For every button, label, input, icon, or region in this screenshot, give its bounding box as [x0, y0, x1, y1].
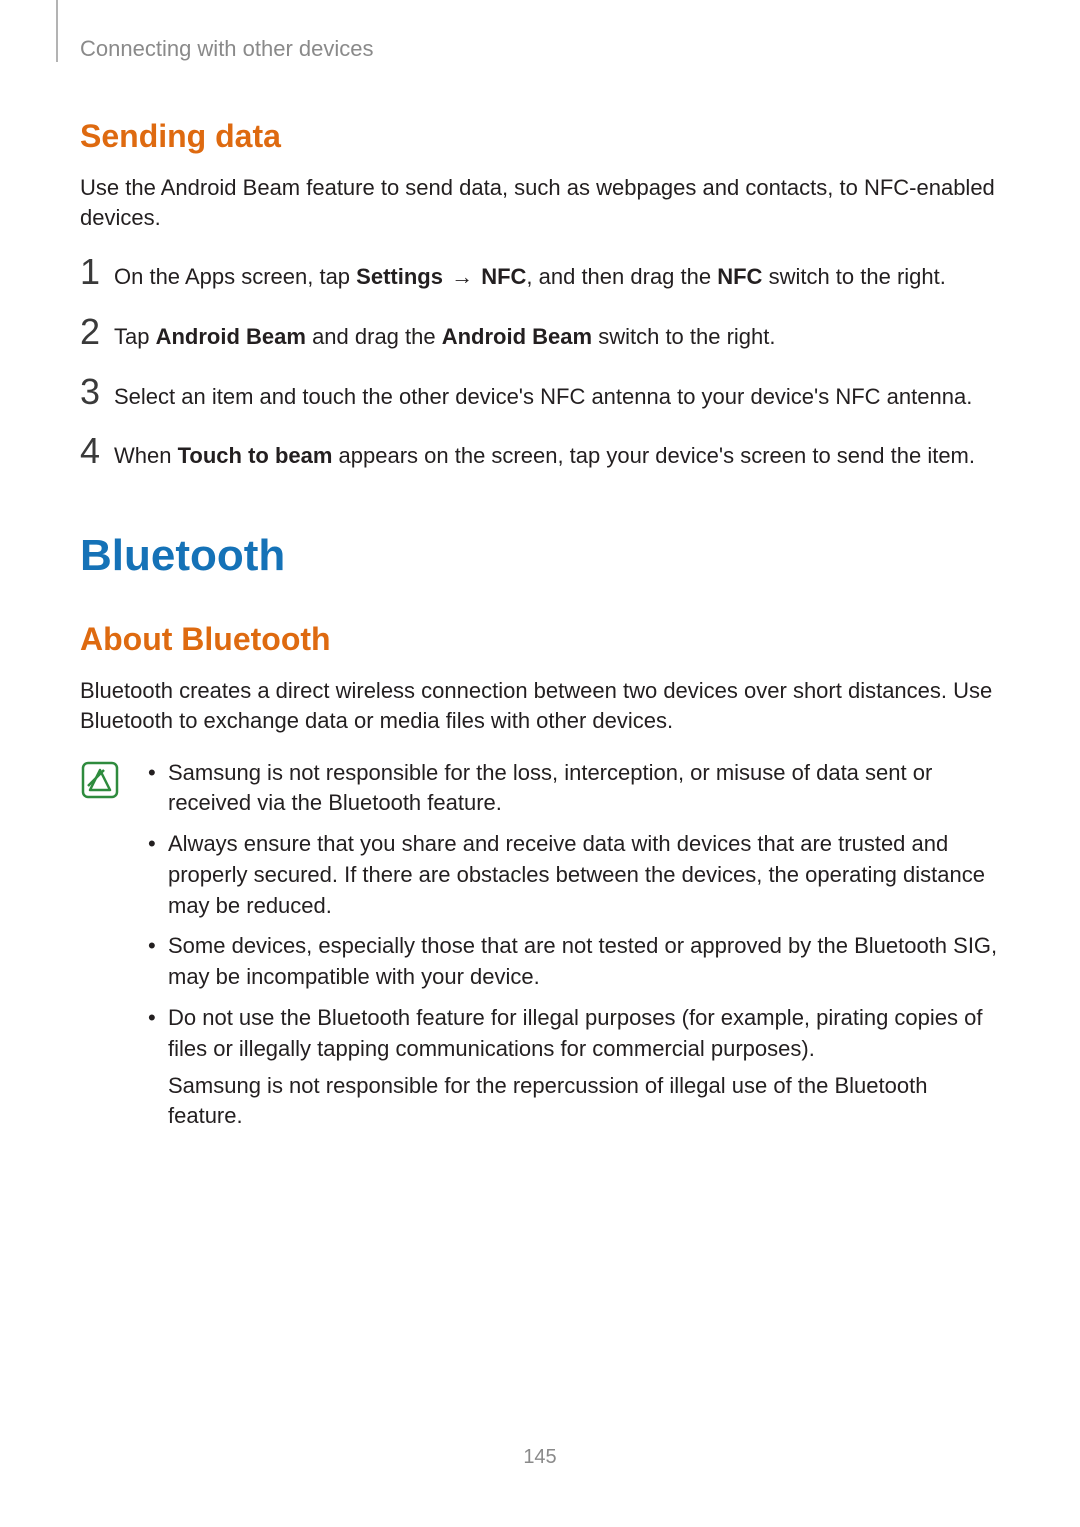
intro-about-bluetooth: Bluetooth creates a direct wireless conn… — [80, 676, 1000, 735]
text-fragment: appears on the screen, tap your device's… — [332, 443, 975, 468]
bullet-text: Samsung is not responsible for the loss,… — [168, 758, 1000, 820]
header-divider — [56, 0, 58, 62]
breadcrumb: Connecting with other devices — [80, 36, 1000, 62]
step-text: Tap Android Beam and drag the Android Be… — [114, 322, 776, 352]
bullet-dot-icon: • — [148, 931, 168, 993]
note-bullet-list: • Samsung is not responsible for the los… — [148, 758, 1000, 1143]
arrow-icon: → — [443, 264, 481, 289]
bullet-text: Some devices, especially those that are … — [168, 931, 1000, 993]
bullet-dot-icon: • — [148, 1003, 168, 1132]
bullet-item: • Do not use the Bluetooth feature for i… — [148, 1003, 1000, 1132]
bold-nfc: NFC — [717, 264, 762, 289]
bullet-item: • Samsung is not responsible for the los… — [148, 758, 1000, 820]
step-2: 2 Tap Android Beam and drag the Android … — [80, 314, 1000, 352]
bullet-text: Always ensure that you share and receive… — [168, 829, 1000, 921]
step-text: On the Apps screen, tap Settings → NFC, … — [114, 262, 946, 292]
text-fragment: Tap — [114, 324, 156, 349]
step-text: When Touch to beam appears on the screen… — [114, 441, 975, 471]
bold-touch-to-beam: Touch to beam — [178, 443, 333, 468]
step-number: 4 — [80, 433, 114, 469]
text-fragment: On the Apps screen, tap — [114, 264, 356, 289]
text-fragment: switch to the right. — [592, 324, 775, 349]
text-fragment: , and then drag the — [526, 264, 717, 289]
bullet-body: Do not use the Bluetooth feature for ill… — [168, 1003, 1000, 1132]
text-fragment: switch to the right. — [762, 264, 945, 289]
text-fragment: When — [114, 443, 178, 468]
step-number: 1 — [80, 254, 114, 290]
bullet-extra-text: Samsung is not responsible for the reper… — [168, 1071, 1000, 1133]
step-number: 2 — [80, 314, 114, 350]
bold-android-beam: Android Beam — [156, 324, 306, 349]
steps-list: 1 On the Apps screen, tap Settings → NFC… — [80, 254, 1000, 471]
note-block: • Samsung is not responsible for the los… — [80, 758, 1000, 1143]
bullet-dot-icon: • — [148, 758, 168, 820]
intro-sending-data: Use the Android Beam feature to send dat… — [80, 173, 1000, 232]
note-icon — [80, 760, 120, 800]
bold-nfc: NFC — [481, 264, 526, 289]
bullet-item: • Always ensure that you share and recei… — [148, 829, 1000, 921]
bullet-item: • Some devices, especially those that ar… — [148, 931, 1000, 993]
heading-bluetooth: Bluetooth — [80, 531, 1000, 581]
bold-android-beam: Android Beam — [442, 324, 592, 349]
step-3: 3 Select an item and touch the other dev… — [80, 374, 1000, 412]
bullet-text: Do not use the Bluetooth feature for ill… — [168, 1005, 982, 1061]
heading-about-bluetooth: About Bluetooth — [80, 621, 1000, 658]
step-text: Select an item and touch the other devic… — [114, 382, 972, 412]
bold-settings: Settings — [356, 264, 443, 289]
page-number: 145 — [0, 1446, 1080, 1469]
step-number: 3 — [80, 374, 114, 410]
step-4: 4 When Touch to beam appears on the scre… — [80, 433, 1000, 471]
text-fragment: and drag the — [306, 324, 442, 349]
step-1: 1 On the Apps screen, tap Settings → NFC… — [80, 254, 1000, 292]
bullet-dot-icon: • — [148, 829, 168, 921]
document-page: Connecting with other devices Sending da… — [0, 0, 1080, 1527]
heading-sending-data: Sending data — [80, 118, 1000, 155]
